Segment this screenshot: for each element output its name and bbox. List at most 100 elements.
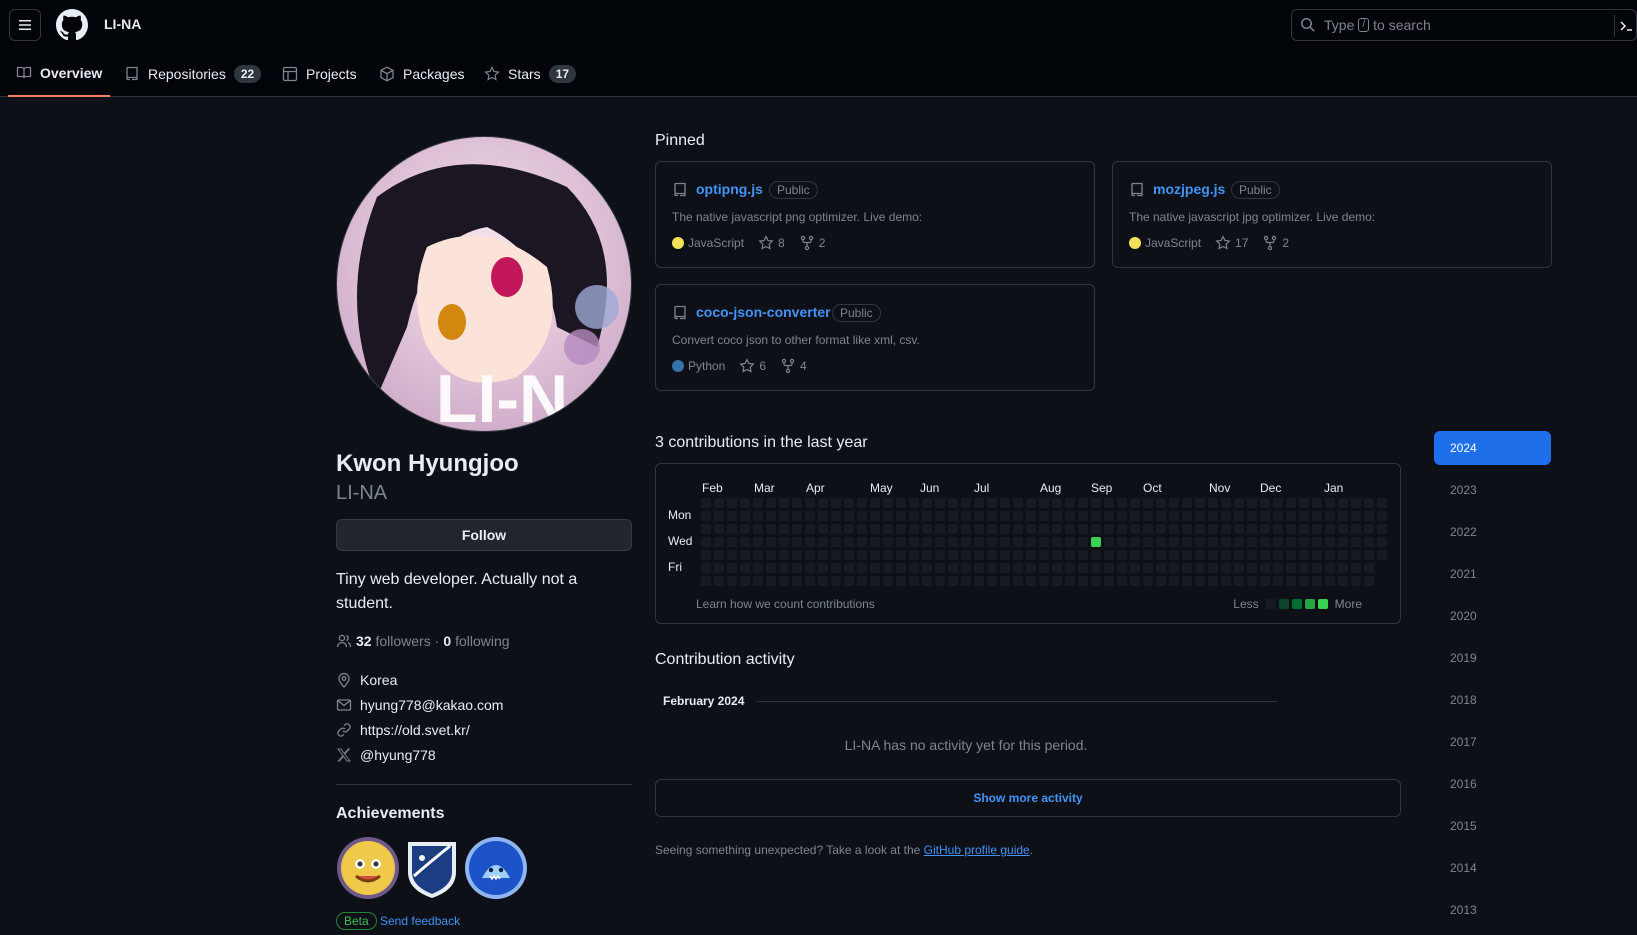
contribution-day[interactable] xyxy=(1221,563,1231,573)
contribution-day[interactable] xyxy=(909,550,919,560)
contribution-day[interactable] xyxy=(857,498,867,508)
contribution-day[interactable] xyxy=(1130,498,1140,508)
contribution-day[interactable] xyxy=(1169,524,1179,534)
avatar[interactable]: LI-N xyxy=(336,136,632,432)
forks-link[interactable]: 2 xyxy=(1262,235,1289,251)
followers-link[interactable]: 32 followers xyxy=(356,633,431,649)
contribution-day[interactable] xyxy=(1208,550,1218,560)
contribution-day[interactable] xyxy=(1091,563,1101,573)
contribution-day[interactable] xyxy=(844,563,854,573)
contribution-day[interactable] xyxy=(1325,537,1335,547)
contribution-day[interactable] xyxy=(727,563,737,573)
contribution-day[interactable] xyxy=(805,550,815,560)
contribution-day[interactable] xyxy=(1000,576,1010,586)
contribution-day[interactable] xyxy=(1091,550,1101,560)
contribution-day[interactable] xyxy=(1169,498,1179,508)
contribution-day[interactable] xyxy=(1182,498,1192,508)
contribution-day[interactable] xyxy=(792,550,802,560)
contribution-day[interactable] xyxy=(883,498,893,508)
pinned-repo-name[interactable]: mozjpeg.js xyxy=(1153,181,1225,197)
contribution-day[interactable] xyxy=(1182,524,1192,534)
contribution-day[interactable] xyxy=(1338,524,1348,534)
contribution-day[interactable] xyxy=(1052,511,1062,521)
contribution-day[interactable] xyxy=(857,511,867,521)
contribution-day[interactable] xyxy=(1117,550,1127,560)
contribution-day[interactable] xyxy=(714,563,724,573)
contribution-day[interactable] xyxy=(1195,524,1205,534)
contribution-day[interactable] xyxy=(792,498,802,508)
contribution-day[interactable] xyxy=(961,511,971,521)
contribution-day[interactable] xyxy=(1104,563,1114,573)
contribution-day[interactable] xyxy=(1234,524,1244,534)
contribution-day[interactable] xyxy=(1221,524,1231,534)
contribution-day[interactable] xyxy=(1273,511,1283,521)
contribution-day[interactable] xyxy=(701,511,711,521)
contribution-day[interactable] xyxy=(974,537,984,547)
contribution-day[interactable] xyxy=(1195,576,1205,586)
search-input[interactable]: Type / to search xyxy=(1291,9,1637,41)
contribution-day[interactable] xyxy=(1169,511,1179,521)
contribution-day[interactable] xyxy=(831,498,841,508)
contribution-day[interactable] xyxy=(779,537,789,547)
contribution-day[interactable] xyxy=(1299,550,1309,560)
contribution-day[interactable] xyxy=(857,537,867,547)
contribution-day[interactable] xyxy=(753,576,763,586)
contribution-day[interactable] xyxy=(1052,498,1062,508)
contribution-day[interactable] xyxy=(1260,550,1270,560)
contribution-day[interactable] xyxy=(740,537,750,547)
contribution-day[interactable] xyxy=(1182,576,1192,586)
contribution-day[interactable] xyxy=(948,563,958,573)
contribution-day[interactable] xyxy=(701,524,711,534)
contribution-day[interactable] xyxy=(1078,498,1088,508)
contribution-day[interactable] xyxy=(766,524,776,534)
contribution-day[interactable] xyxy=(948,511,958,521)
tab-packages[interactable]: Packages xyxy=(371,50,472,97)
contribution-day[interactable] xyxy=(909,524,919,534)
contribution-day[interactable] xyxy=(844,524,854,534)
contribution-day[interactable] xyxy=(1312,511,1322,521)
contribution-day[interactable] xyxy=(1273,550,1283,560)
contribution-day[interactable] xyxy=(1156,537,1166,547)
year-link-2015[interactable]: 2015 xyxy=(1434,809,1551,843)
contribution-day[interactable] xyxy=(1052,563,1062,573)
contribution-day[interactable] xyxy=(779,550,789,560)
contribution-day[interactable] xyxy=(1026,498,1036,508)
contribution-day[interactable] xyxy=(961,537,971,547)
contribution-day[interactable] xyxy=(870,511,880,521)
contribution-day[interactable] xyxy=(1117,511,1127,521)
contribution-day[interactable] xyxy=(1013,524,1023,534)
contribution-day[interactable] xyxy=(1364,498,1374,508)
contribution-day[interactable] xyxy=(1312,524,1322,534)
tab-repositories[interactable]: Repositories 22 xyxy=(116,50,269,97)
contribution-day[interactable] xyxy=(1312,563,1322,573)
contribution-day[interactable] xyxy=(896,498,906,508)
contribution-day[interactable] xyxy=(831,511,841,521)
contribution-day[interactable] xyxy=(1117,524,1127,534)
contribution-day[interactable] xyxy=(714,524,724,534)
contribution-day[interactable] xyxy=(1130,576,1140,586)
contribution-day[interactable] xyxy=(1039,550,1049,560)
contribution-day[interactable] xyxy=(987,524,997,534)
contribution-day[interactable] xyxy=(727,576,737,586)
contribution-day[interactable] xyxy=(1247,563,1257,573)
contribution-day[interactable] xyxy=(1260,563,1270,573)
contribution-day[interactable] xyxy=(1195,550,1205,560)
contribution-day[interactable] xyxy=(1078,563,1088,573)
contribution-day[interactable] xyxy=(909,537,919,547)
contribution-day[interactable] xyxy=(1351,498,1361,508)
contribution-day[interactable] xyxy=(1325,576,1335,586)
contribution-day[interactable] xyxy=(857,563,867,573)
year-link-2017[interactable]: 2017 xyxy=(1434,725,1551,759)
contribution-day[interactable] xyxy=(740,576,750,586)
contribution-day[interactable] xyxy=(753,563,763,573)
hamburger-menu-button[interactable] xyxy=(9,9,41,41)
contribution-day[interactable] xyxy=(1143,576,1153,586)
contribution-day[interactable] xyxy=(1195,498,1205,508)
contribution-day[interactable] xyxy=(1208,498,1218,508)
stargazers-link[interactable]: 6 xyxy=(739,358,766,374)
contribution-day[interactable] xyxy=(1234,511,1244,521)
contribution-day[interactable] xyxy=(1364,576,1374,586)
contribution-day[interactable] xyxy=(1091,511,1101,521)
contribution-day[interactable] xyxy=(701,498,711,508)
contribution-day[interactable] xyxy=(1156,498,1166,508)
